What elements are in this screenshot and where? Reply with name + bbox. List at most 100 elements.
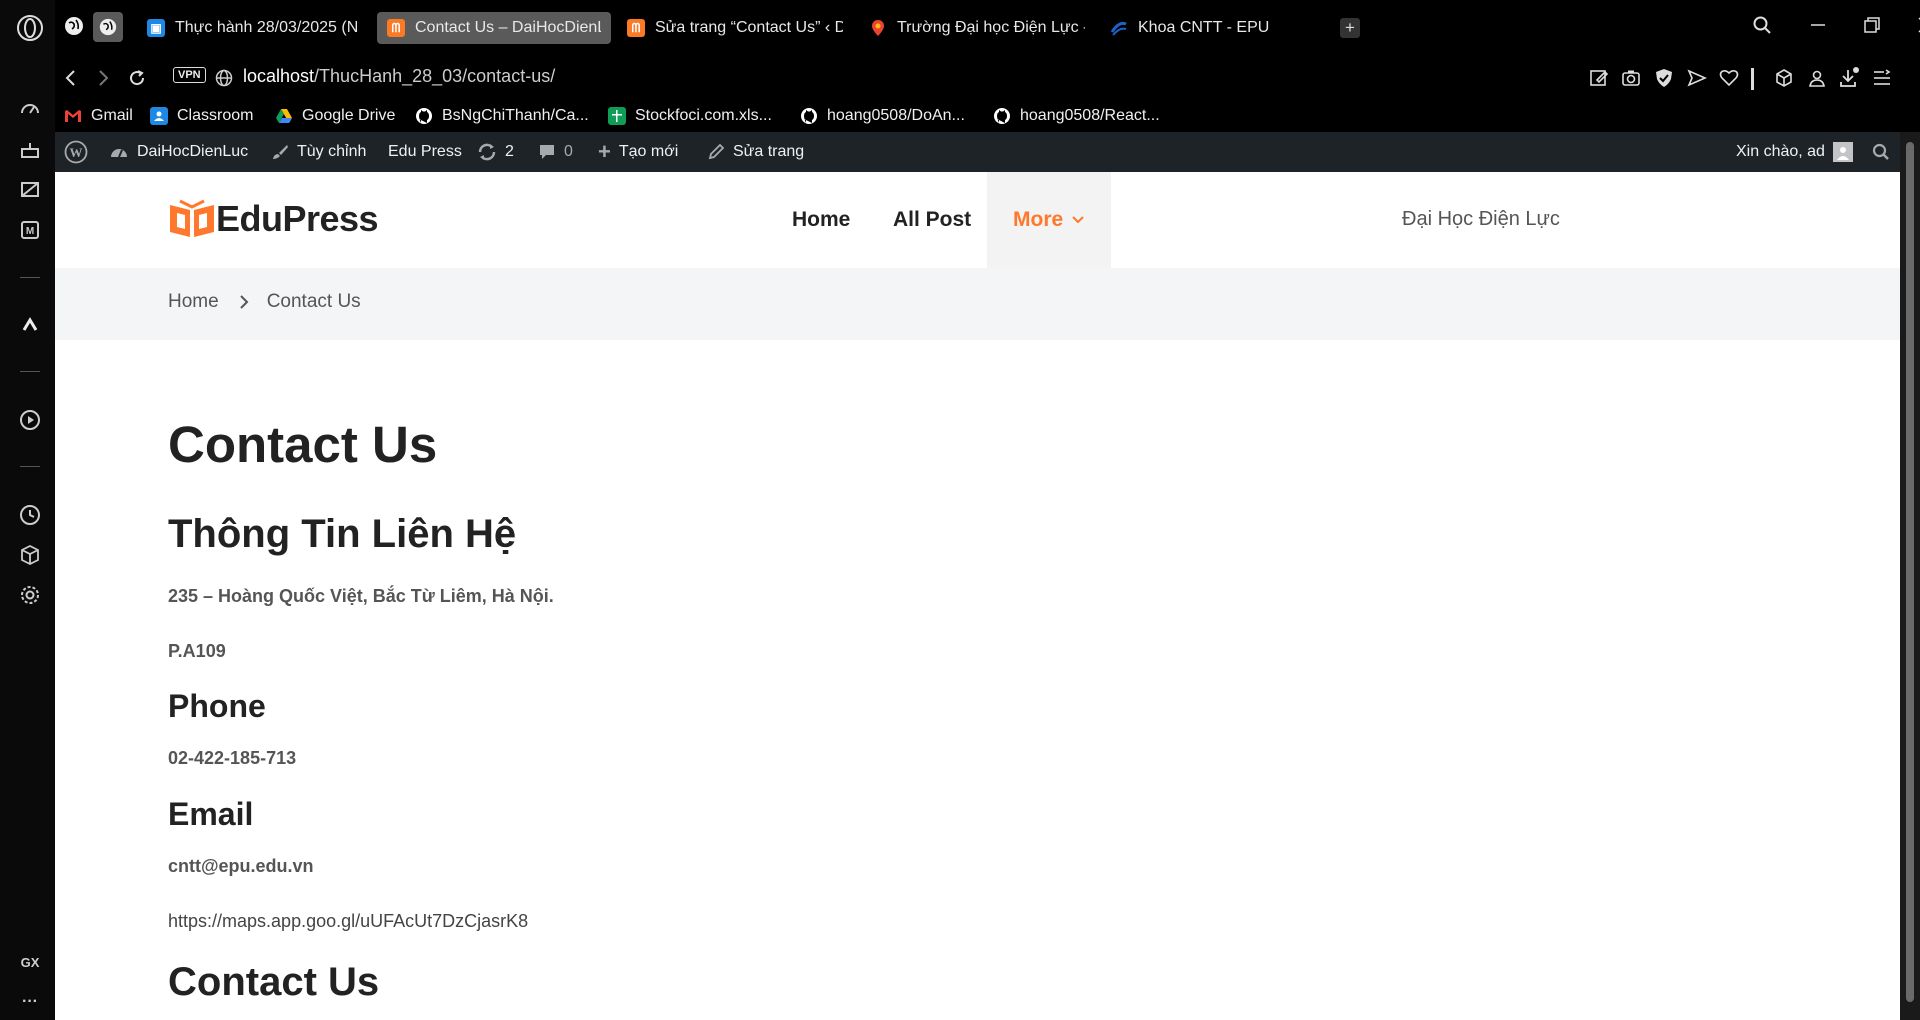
svg-text:M: M bbox=[26, 226, 34, 237]
menu-all-post[interactable]: All Post bbox=[893, 172, 971, 268]
tab-thuc-hanh[interactable]: ▣ Thực hành 28/03/2025 (N bbox=[137, 12, 377, 44]
wp-comments-count: 0 bbox=[564, 143, 573, 160]
snapshot-camera-icon[interactable] bbox=[1619, 66, 1643, 90]
bookmark-label: hoang0508/React... bbox=[1020, 107, 1160, 124]
wp-site-name[interactable]: DaiHocDienLuc bbox=[109, 132, 248, 172]
wp-customize[interactable]: Tùy chỉnh bbox=[271, 132, 366, 172]
email-heading: Email bbox=[168, 796, 254, 832]
easy-setup-icon[interactable] bbox=[1587, 66, 1611, 90]
tab-dai-hoc-dien-luc[interactable]: Trường Đại học Điện Lực - bbox=[859, 12, 1095, 44]
speed-dial-icon[interactable] bbox=[18, 98, 42, 122]
tab-khoa-cntt[interactable]: Khoa CNTT - EPU bbox=[1100, 12, 1320, 44]
map-link[interactable]: https://maps.app.goo.gl/uUFAcUt7DzCjasrK… bbox=[168, 911, 528, 932]
opera-logo-icon[interactable] bbox=[16, 14, 44, 42]
tab-label: Sửa trang “Contact Us” ‹ D bbox=[655, 19, 843, 36]
breadcrumb-current: Contact Us bbox=[266, 291, 361, 312]
wp-new-label: Tạo mới bbox=[618, 143, 679, 160]
tab-search-icon[interactable] bbox=[1747, 10, 1777, 40]
edupress-logo-icon bbox=[170, 199, 214, 237]
scrollbar-thumb[interactable] bbox=[1906, 142, 1914, 1002]
close-window-icon[interactable] bbox=[1911, 10, 1920, 40]
site-logo[interactable]: EduPress bbox=[168, 198, 379, 240]
tab-edit-contact-us[interactable]: ᗰ Sửa trang “Contact Us” ‹ D bbox=[617, 12, 853, 44]
vpn-badge[interactable]: VPN bbox=[173, 67, 206, 83]
bookmark-hoang-react[interactable]: hoang0508/React... bbox=[993, 100, 1160, 132]
extensions-cube-icon[interactable] bbox=[1772, 66, 1796, 90]
workspace-globe-active-icon[interactable] bbox=[93, 12, 123, 42]
wp-edit-page[interactable]: Sửa trang bbox=[707, 132, 804, 172]
wp-new-content[interactable]: + Tạo mới bbox=[598, 132, 678, 172]
bookmark-bsngchithanh[interactable]: BsNgChiThanh/Ca... bbox=[415, 100, 589, 132]
extensions-cube-icon[interactable] bbox=[18, 543, 42, 567]
breadcrumb: Home Contact Us bbox=[55, 268, 1900, 340]
back-icon[interactable] bbox=[57, 64, 85, 92]
avatar bbox=[1832, 142, 1853, 162]
heart-icon[interactable] bbox=[1717, 66, 1741, 90]
svg-text:W: W bbox=[70, 145, 83, 160]
bookmark-stockfoci[interactable]: Stockfoci.com.xls... bbox=[608, 100, 772, 132]
url-host: localhost bbox=[243, 66, 315, 86]
player-icon[interactable] bbox=[18, 408, 42, 432]
address-text: 235 – Hoàng Quốc Việt, Bắc Từ Liêm, Hà N… bbox=[168, 586, 554, 606]
menu-home[interactable]: Home bbox=[792, 172, 850, 268]
send-flow-icon[interactable] bbox=[1685, 66, 1709, 90]
breadcrumb-home[interactable]: Home bbox=[168, 291, 219, 313]
wp-updates-count: 2 bbox=[505, 143, 514, 160]
site-logo-text: EduPress bbox=[216, 198, 379, 239]
tab-label: Trường Đại học Điện Lực - bbox=[897, 19, 1085, 36]
wordpress-logo-icon[interactable]: W bbox=[64, 132, 88, 172]
url-field[interactable]: localhost/ThucHanh_28_03/contact-us/ bbox=[243, 66, 555, 87]
wp-updates[interactable]: 2 bbox=[477, 132, 514, 172]
game-icon[interactable] bbox=[18, 138, 42, 162]
twitch-icon[interactable] bbox=[18, 178, 42, 202]
updates-refresh-icon bbox=[477, 143, 497, 161]
workspace-globe-icon[interactable] bbox=[63, 15, 87, 39]
page-scrollbar[interactable] bbox=[1900, 132, 1920, 1020]
chevron-right-icon bbox=[239, 295, 249, 309]
drive-icon bbox=[275, 107, 293, 125]
forward-icon[interactable] bbox=[89, 64, 117, 92]
xampp-icon: ᗰ bbox=[627, 19, 645, 37]
site-header: EduPress Home All Post More Đại Học Điện… bbox=[55, 172, 1900, 268]
new-tab-button[interactable]: + bbox=[1340, 18, 1360, 38]
sidebar-divider bbox=[20, 466, 40, 467]
chevron-down-icon bbox=[1072, 216, 1084, 224]
settings-gear-icon[interactable] bbox=[18, 583, 42, 607]
bookmark-gmail[interactable]: Gmail bbox=[64, 100, 133, 132]
menu-more[interactable]: More bbox=[987, 172, 1112, 268]
minimize-icon[interactable] bbox=[1803, 10, 1833, 40]
tab-bar: ▣ Thực hành 28/03/2025 (N ᗰ Contact Us –… bbox=[55, 0, 1920, 56]
tab-contact-us[interactable]: ᗰ Contact Us – DaiHocDienL bbox=[377, 12, 611, 44]
reload-icon[interactable] bbox=[123, 64, 151, 92]
github-icon bbox=[415, 107, 433, 125]
bookmark-label: Stockfoci.com.xls... bbox=[635, 107, 772, 124]
web-page: EduPress Home All Post More Đại Học Điện… bbox=[55, 172, 1900, 1020]
bookmark-classroom[interactable]: Classroom bbox=[150, 100, 253, 132]
wp-theme-link[interactable]: Edu Press bbox=[388, 132, 462, 172]
mail-m-icon[interactable]: M bbox=[18, 218, 42, 242]
bookmark-hoang-doan[interactable]: hoang0508/DoAn... bbox=[800, 100, 965, 132]
shield-check-icon[interactable] bbox=[1652, 66, 1676, 90]
bookmark-label: Classroom bbox=[177, 107, 254, 124]
wp-comments[interactable]: 0 bbox=[538, 132, 573, 172]
dashboard-gauge-icon bbox=[109, 143, 129, 161]
bookmark-label: hoang0508/DoAn... bbox=[827, 107, 965, 124]
xampp-icon: ᗰ bbox=[387, 19, 405, 37]
wp-account[interactable]: Xin chào, ad bbox=[1736, 132, 1853, 172]
sheets-icon bbox=[608, 107, 626, 125]
downloads-icon[interactable] bbox=[1837, 66, 1861, 90]
bookmark-google-drive[interactable]: Google Drive bbox=[275, 100, 395, 132]
plus-icon: + bbox=[598, 139, 611, 164]
wp-search-icon[interactable] bbox=[1872, 132, 1890, 172]
easy-files-menu-icon[interactable] bbox=[1870, 66, 1894, 90]
toolbar-divider bbox=[1751, 68, 1754, 90]
sidebar-more-icon[interactable]: ··· bbox=[18, 990, 42, 1014]
site-info-globe-icon[interactable] bbox=[215, 69, 233, 92]
history-icon[interactable] bbox=[18, 503, 42, 527]
profile-icon[interactable] bbox=[1805, 66, 1829, 90]
wp-customize-label: Tùy chỉnh bbox=[297, 143, 367, 160]
gx-label[interactable]: GX bbox=[18, 950, 42, 974]
tab-label: Thực hành 28/03/2025 (N bbox=[175, 19, 359, 36]
aria-ai-icon[interactable] bbox=[18, 313, 42, 337]
restore-icon[interactable] bbox=[1857, 10, 1887, 40]
